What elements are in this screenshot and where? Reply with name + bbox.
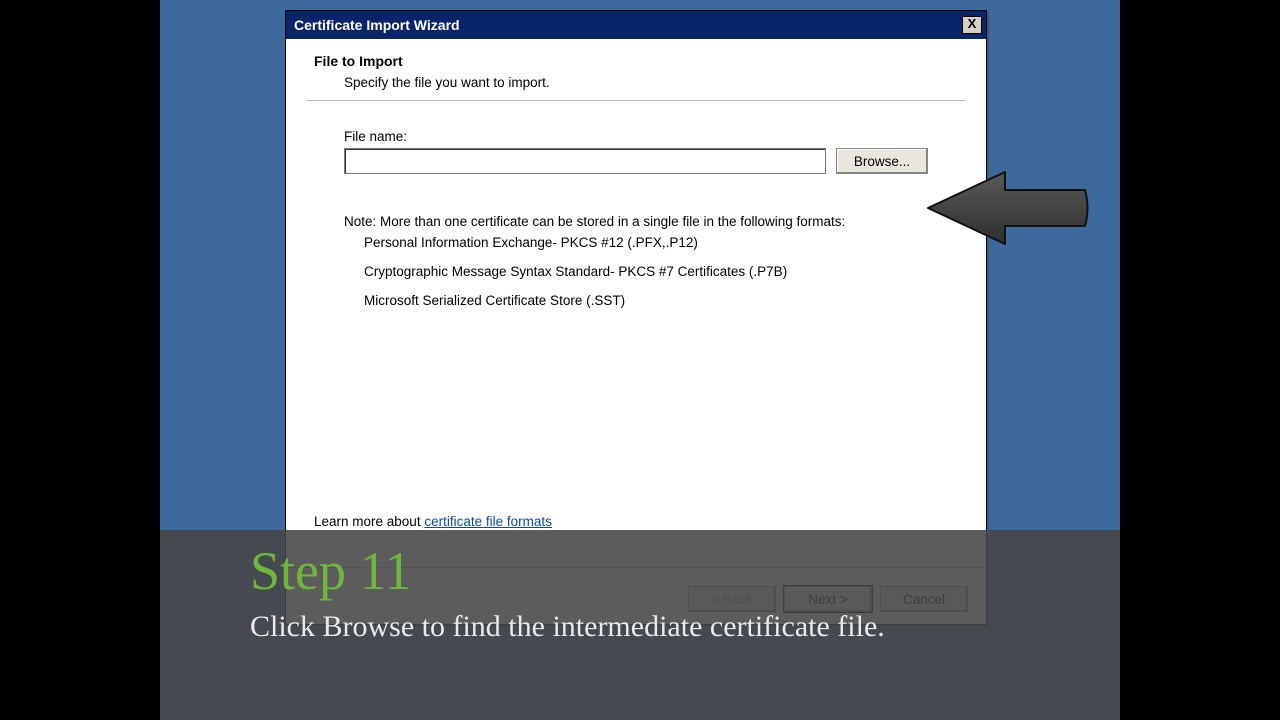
separator	[306, 100, 966, 101]
titlebar[interactable]: Certificate Import Wizard X	[286, 11, 986, 39]
note-item: Personal Information Exchange- PKCS #12 …	[344, 229, 928, 258]
file-field-area: File name: Browse...	[306, 129, 966, 174]
browse-button[interactable]: Browse...	[836, 148, 928, 174]
step-title: Step 11	[250, 540, 1030, 602]
note-intro: Note: More than one certificate can be s…	[306, 174, 966, 229]
window-title: Certificate Import Wizard	[294, 17, 460, 33]
wizard-body: File to Import Specify the file you want…	[286, 39, 986, 316]
file-name-label: File name:	[344, 129, 928, 144]
close-button[interactable]: X	[962, 16, 982, 34]
note-item: Cryptographic Message Syntax Standard- P…	[344, 258, 928, 287]
tutorial-caption: Step 11 Click Browse to find the interme…	[160, 530, 1120, 720]
learn-more-link[interactable]: certificate file formats	[424, 514, 552, 529]
page-heading: File to Import	[306, 49, 966, 71]
file-name-input[interactable]	[344, 148, 826, 174]
page-subheading: Specify the file you want to import.	[306, 71, 966, 100]
learn-more-prefix: Learn more about	[314, 514, 424, 529]
step-text: Click Browse to find the intermediate ce…	[250, 608, 1030, 646]
note-item: Microsoft Serialized Certificate Store (…	[344, 287, 928, 316]
close-icon: X	[968, 16, 977, 31]
learn-more: Learn more about certificate file format…	[306, 514, 552, 529]
